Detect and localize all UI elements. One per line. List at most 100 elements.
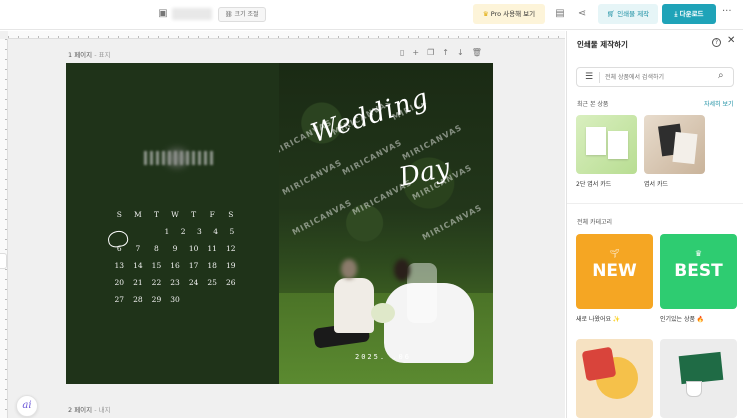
panel-title: 인쇄물 제작하기: [577, 40, 628, 49]
product-search[interactable]: ☰ ⌕: [576, 67, 734, 87]
date-cell: 19: [225, 261, 236, 270]
bride-head-blurred: [394, 259, 410, 281]
date-cell: [143, 223, 159, 240]
weekday: M: [134, 210, 142, 219]
resize-button[interactable]: ⛓ 크기 조절: [218, 7, 266, 22]
weekday: W: [171, 210, 179, 219]
date-cell: 6: [116, 244, 122, 253]
duplicate-icon[interactable]: ❐: [427, 48, 434, 57]
groom-figure: [334, 278, 374, 333]
help-icon[interactable]: ?: [712, 38, 721, 47]
crown-icon: ♛: [482, 10, 489, 18]
category-best-badge: BEST: [674, 261, 723, 281]
clipboard-icon[interactable]: ▤: [554, 8, 566, 20]
print-product-panel: 인쇄물 제작하기 ? ✕ ☰ ⌕ 최근 본 상품 자세히 보기 2단 엽서 카드…: [566, 31, 743, 418]
date-cell: 24: [188, 278, 199, 287]
wedding-date-text[interactable]: 2025. .06: [355, 353, 411, 361]
more-options-button[interactable]: ···: [722, 6, 732, 17]
horizontal-ruler: [8, 31, 565, 39]
category-best[interactable]: ♛ BEST: [660, 234, 737, 309]
move-up-icon[interactable]: ↑: [442, 48, 449, 57]
vertical-ruler: [0, 39, 8, 418]
print-label: 인쇄물 제작: [617, 10, 650, 18]
date-cell: 30: [170, 295, 180, 304]
recent-item-postcard[interactable]: [644, 115, 705, 174]
category-label: 새로 나왔어요 ✨: [576, 316, 621, 323]
weekday-row: S M T W T F S: [110, 206, 240, 223]
recent-section-label: 최근 본 상품: [577, 101, 609, 108]
date-cell: 18: [207, 261, 217, 270]
design-canvas[interactable]: S M T W T F S 1 2 3 4 5 6 7 8 9 10 11 12…: [66, 63, 493, 384]
folder-icon[interactable]: ▣: [157, 8, 169, 20]
cart-icon: 🛒︎: [606, 10, 616, 18]
recent-item-postcard-2fold[interactable]: [576, 115, 637, 174]
section-divider: [567, 203, 743, 204]
week-row: 6 7 8 9 10 11 12: [110, 240, 240, 257]
download-button[interactable]: ⤓ 다운로드: [662, 4, 716, 24]
date-cell: 22: [151, 278, 162, 287]
category-sticker[interactable]: [576, 339, 653, 418]
category-new[interactable]: 🌱︎ NEW: [576, 234, 653, 309]
date-cell: 21: [133, 278, 143, 287]
bride-veil: [407, 263, 437, 323]
week-row: 1 2 3 4 5: [110, 223, 240, 240]
page-1-label: 1 페이지 - 표지: [68, 51, 111, 59]
date-cell: 27: [114, 295, 125, 304]
date-cell: 12: [225, 244, 236, 253]
weekday: T: [153, 210, 159, 219]
pro-trial-button[interactable]: ♛ Pro 사용해 보기: [473, 4, 545, 24]
add-note-icon[interactable]: ▯: [400, 48, 404, 57]
category-new-badge: NEW: [592, 261, 637, 281]
recent-item-label: 엽서 카드: [644, 181, 668, 188]
wedding-photo[interactable]: MIRICANVAS MIRICANVAS MIRICANVAS MIRICAN…: [279, 63, 493, 384]
date-cell: 15: [151, 261, 162, 270]
pro-label: Pro 사용해 보기: [490, 10, 536, 18]
ai-assistant-button[interactable]: ai: [16, 395, 38, 417]
close-icon[interactable]: ✕: [727, 35, 735, 46]
crown-icon: ♛: [694, 249, 703, 258]
bouquet: [371, 303, 395, 323]
groom-head-blurred: [341, 259, 357, 279]
top-toolbar: ▣ ⛓ 크기 조절 ♛ Pro 사용해 보기 ▤ ⋖ 🛒︎ 인쇄물 제작 ⤓ 다…: [0, 0, 743, 30]
trash-icon[interactable]: 🗑︎: [472, 48, 482, 57]
print-order-button[interactable]: 🛒︎ 인쇄물 제작: [598, 4, 658, 24]
date-cell: 2: [180, 227, 186, 236]
week-row: 27 28 29 30: [110, 291, 240, 308]
resize-label: 크기 조절: [234, 11, 259, 18]
week-row: 20 21 22 23 24 25 26: [110, 274, 240, 291]
date-cell: 7: [135, 244, 141, 253]
weekday: S: [228, 210, 234, 219]
weekday: F: [209, 210, 215, 219]
date-cell: [203, 291, 222, 308]
date-cell: 10: [188, 244, 199, 253]
menu-icon[interactable]: ☰: [585, 72, 593, 82]
calendar-panel[interactable]: S M T W T F S 1 2 3 4 5 6 7 8 9 10 11 12…: [66, 63, 279, 384]
move-down-icon[interactable]: ↓: [457, 48, 464, 57]
editor-workspace[interactable]: 1 페이지 - 표지 ▯ + ❐ ↑ ↓ 🗑︎ S M T W T F S 1 …: [0, 31, 565, 418]
date-cell: 5: [229, 227, 235, 236]
calendar-grid[interactable]: S M T W T F S 1 2 3 4 5 6 7 8 9 10 11 12…: [110, 206, 240, 308]
category-packaging[interactable]: [660, 339, 737, 418]
document-title[interactable]: [172, 8, 212, 20]
left-panel-handle[interactable]: [0, 253, 7, 269]
add-page-icon[interactable]: +: [412, 48, 419, 57]
date-cell: 26: [225, 278, 236, 287]
share-icon[interactable]: ⋖: [576, 8, 588, 20]
date-cell: [221, 291, 240, 308]
date-cell: 4: [213, 227, 219, 236]
search-icon[interactable]: ⌕: [718, 70, 724, 81]
date-cell: 3: [196, 227, 202, 236]
date-cell: 16: [170, 261, 180, 270]
page-toolbar: ▯ + ❐ ↑ ↓ 🗑︎: [400, 48, 482, 57]
link-icon: ⛓: [225, 11, 233, 18]
search-divider: [599, 72, 600, 83]
see-more-link[interactable]: 자세히 보기: [704, 99, 734, 108]
date-cell: 28: [133, 295, 143, 304]
date-cell: 13: [114, 261, 125, 270]
date-cell: [126, 223, 142, 240]
blurred-month-mark: [166, 149, 188, 167]
all-categories-label: 전체 카테고리: [577, 219, 613, 226]
search-input[interactable]: [605, 71, 715, 84]
date-cell: 23: [170, 278, 180, 287]
date-cell: 8: [154, 244, 159, 253]
